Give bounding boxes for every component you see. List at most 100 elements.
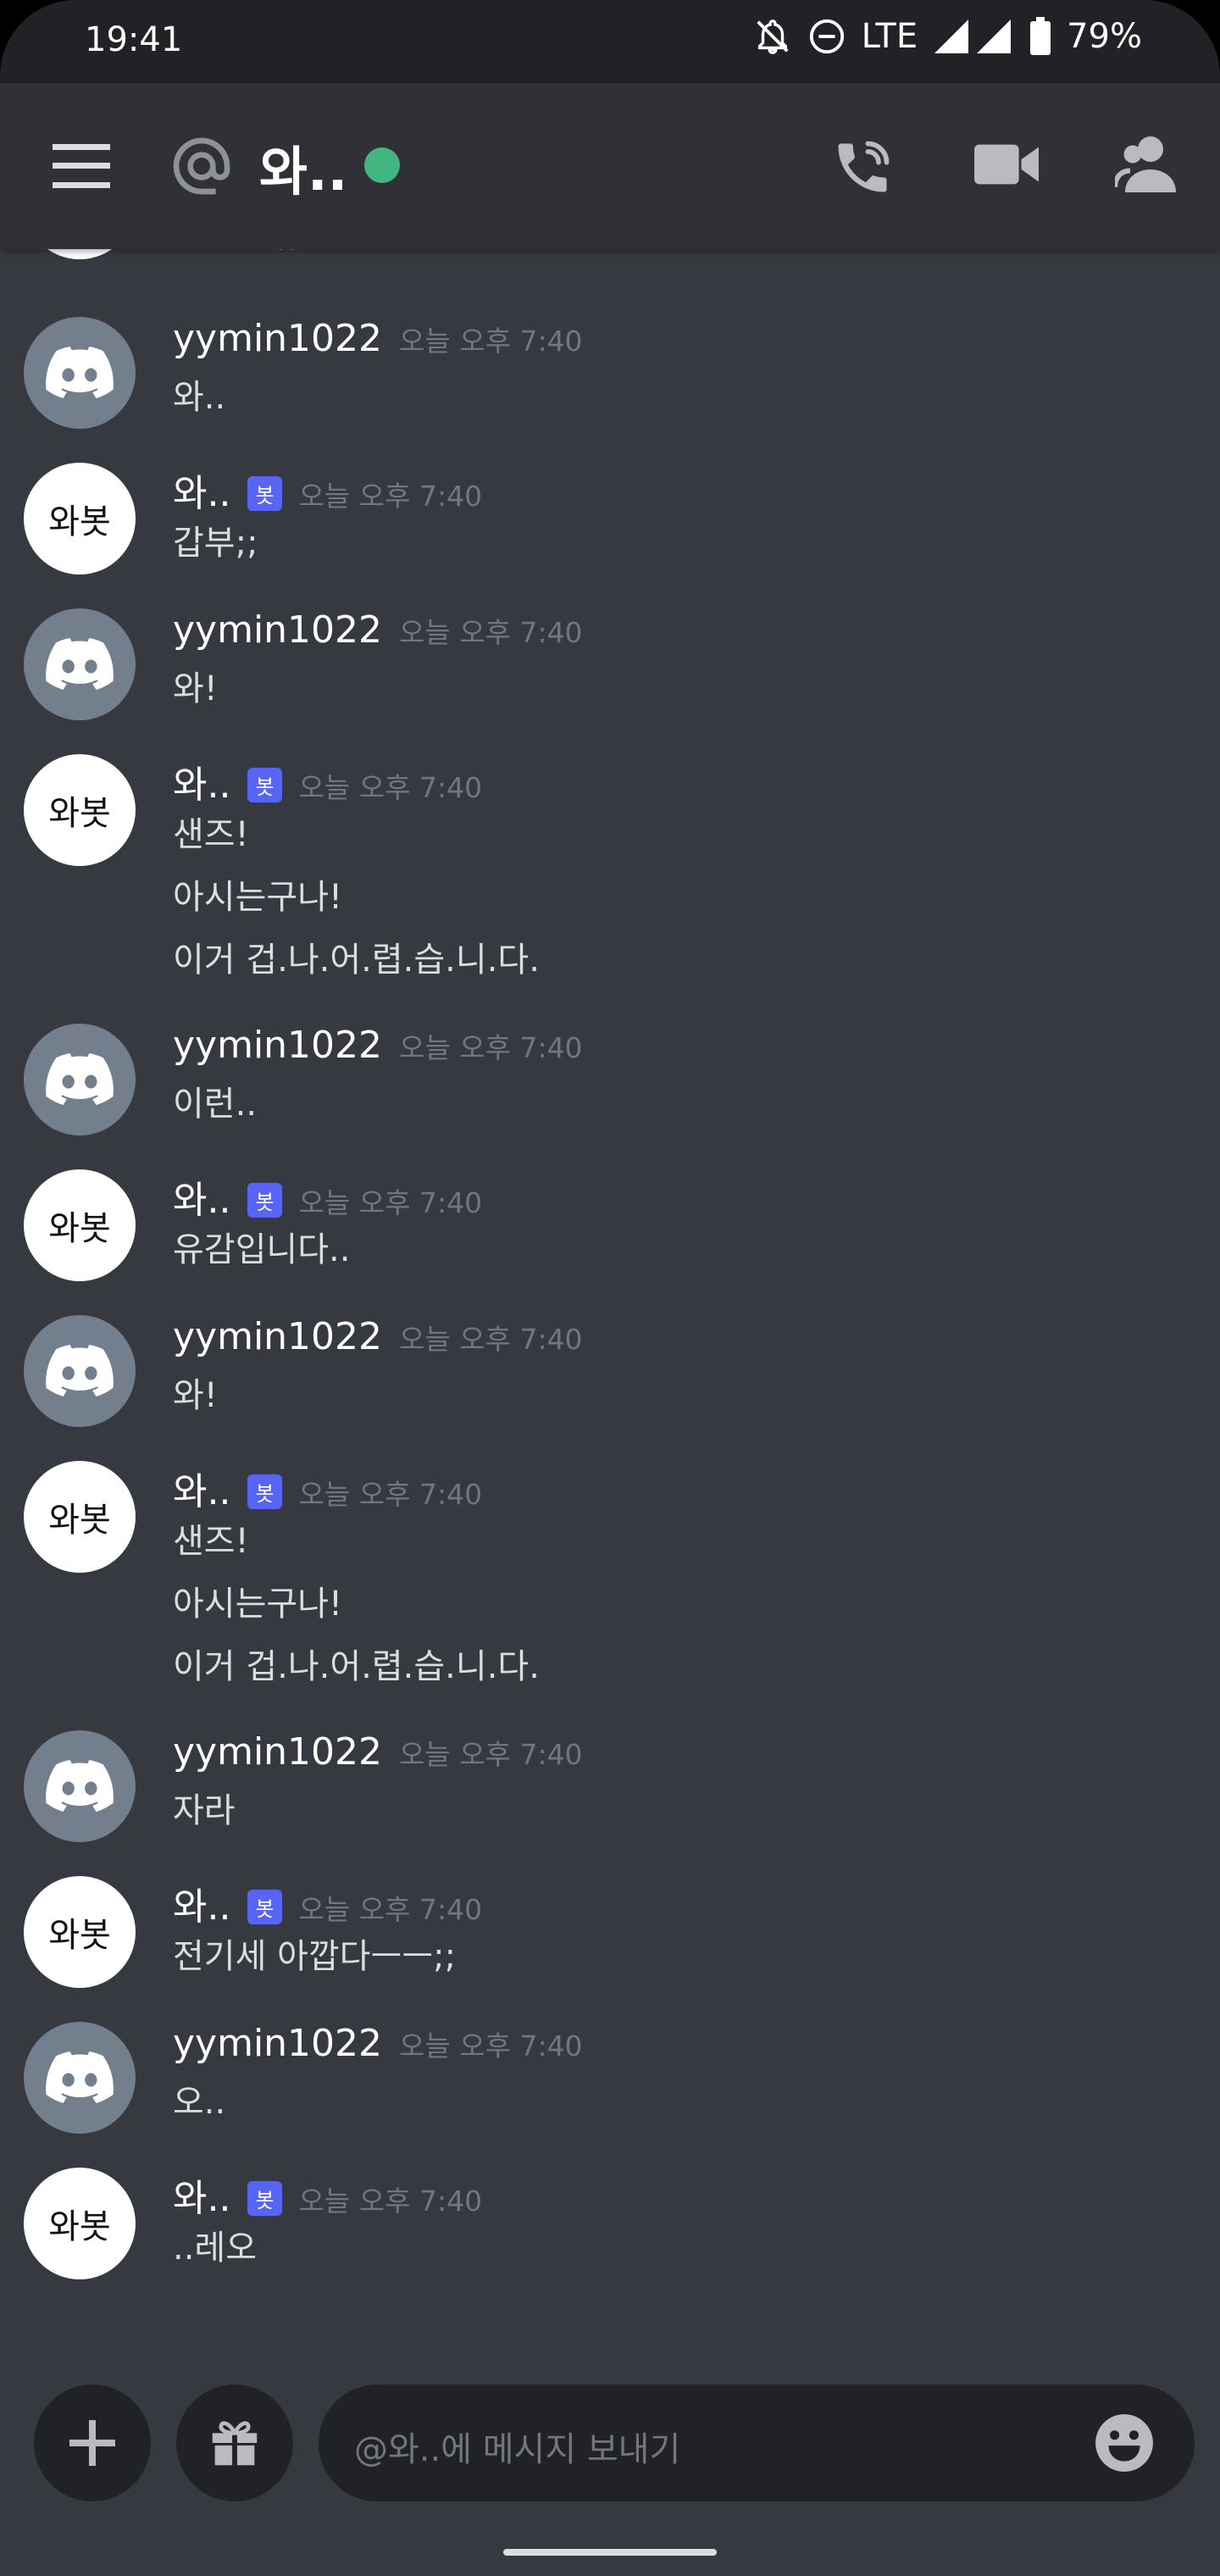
message-text: 자라: [173, 1791, 236, 1830]
message-text: 와..: [173, 378, 226, 417]
gift-button[interactable]: [176, 2384, 293, 2501]
username[interactable]: 와..: [173, 463, 230, 517]
message-header: yymin1022 오늘 오후 7:40: [173, 317, 583, 360]
avatar[interactable]: 와봇: [24, 1461, 136, 1573]
timestamp: 오늘 오후 7:40: [298, 480, 483, 513]
message-header: 와.. 봇 오늘 오후 7:40: [173, 1169, 482, 1224]
discord-logo-icon: [46, 1760, 114, 1812]
channel-header: 와..: [0, 83, 1220, 249]
timestamp: 오늘 오후 7:40: [399, 1031, 583, 1064]
avatar[interactable]: [24, 1024, 136, 1135]
page-title: 와..: [259, 141, 348, 203]
message-header: yymin1022 오늘 오후 7:40: [173, 1730, 583, 1774]
username[interactable]: yymin1022: [173, 1024, 382, 1067]
message-text: 이런..: [173, 1085, 258, 1124]
message-text: 아시는구나!: [173, 1585, 343, 1624]
message-text: 갑부;;: [173, 524, 258, 563]
timestamp: 오늘 오후 7:40: [298, 1893, 483, 1926]
username[interactable]: yymin1022: [173, 2022, 382, 2065]
message-text: 이거 겁.나.어.렵.습.니.다.: [173, 941, 540, 980]
bot-avatar-text: 와봇: [48, 2207, 111, 2246]
discord-logo-icon: [46, 2051, 114, 2103]
video-camera-icon[interactable]: [974, 139, 1039, 190]
message-header: 와.. 봇 오늘 오후 7:40: [173, 2168, 482, 2222]
bot-badge: 봇: [247, 1183, 282, 1218]
avatar[interactable]: 와봇: [24, 1876, 136, 1988]
timestamp: 오늘 오후 7:40: [298, 1186, 483, 1219]
notifications-off-icon: [757, 19, 789, 54]
network-type: LTE: [861, 17, 918, 56]
message-text: 와!: [173, 669, 218, 708]
timestamp: 오늘 오후 7:40: [298, 1478, 483, 1511]
hamburger-icon[interactable]: [53, 144, 110, 188]
timestamp: 오늘 오후 7:40: [399, 2029, 583, 2062]
avatar[interactable]: [24, 249, 136, 259]
message-header: 와.. 봇 오늘 오후 7:40: [173, 1876, 482, 1930]
bot-badge: 봇: [247, 476, 282, 511]
avatar[interactable]: 와봇: [24, 754, 136, 866]
message-header: 와.. 봇 오늘 오후 7:40: [173, 463, 482, 517]
message-input-placeholder: @와..에 메시지 보내기: [354, 2430, 681, 2469]
avatar[interactable]: 와봇: [24, 1169, 136, 1281]
avatar[interactable]: [24, 1315, 136, 1427]
discord-logo-icon: [46, 347, 114, 398]
bot-avatar-text: 와봇: [48, 794, 111, 833]
bot-avatar-text: 와봇: [48, 1916, 111, 1955]
username[interactable]: 와..: [173, 754, 230, 808]
app-screen: 19:41 LTE 79% 와.. yymin1022 오늘 오후 7:40 와…: [0, 0, 1220, 2576]
attach-button[interactable]: [34, 2384, 151, 2501]
members-icon[interactable]: [1115, 134, 1181, 195]
signal-icon: [934, 19, 1012, 53]
username[interactable]: 와..: [173, 1461, 230, 1515]
timestamp: 오늘 오후 7:40: [399, 616, 583, 649]
timestamp: 오늘 오후 7:40: [399, 1738, 583, 1771]
avatar[interactable]: 와봇: [24, 2168, 136, 2279]
avatar[interactable]: 와봇: [24, 463, 136, 575]
message-text: 유감입니다..: [173, 1230, 351, 1269]
timestamp: 오늘 오후 7:40: [298, 771, 483, 804]
message-text: 이거 겁.나.어.렵.습.니.다.: [173, 1647, 540, 1686]
avatar[interactable]: [24, 2022, 136, 2134]
username[interactable]: yymin1022: [173, 1730, 382, 1774]
status-time: 19:41: [85, 20, 183, 59]
message-text: 아시는구나!: [173, 878, 343, 917]
timestamp: 오늘 오후 7:40: [298, 2185, 483, 2218]
message-header: yymin1022 오늘 오후 7:40: [173, 2022, 583, 2065]
username[interactable]: yymin1022: [173, 1315, 382, 1358]
bot-badge: 봇: [247, 1890, 282, 1924]
plus-icon: [69, 2420, 115, 2466]
avatar[interactable]: [24, 1730, 136, 1842]
avatar[interactable]: [24, 317, 136, 429]
bot-badge: 봇: [247, 2181, 282, 2216]
battery-icon: [1030, 17, 1051, 55]
at-sign-icon: [173, 137, 230, 195]
avatar[interactable]: [24, 608, 136, 720]
message-text: 오..: [173, 2083, 226, 2122]
username[interactable]: 와..: [173, 2168, 230, 2222]
status-bar: 19:41 LTE 79%: [0, 0, 1220, 83]
username[interactable]: yymin1022: [173, 608, 382, 652]
discord-logo-icon: [46, 1345, 114, 1396]
message-text: 샌즈!: [173, 815, 249, 854]
bot-badge: 봇: [247, 768, 282, 802]
username[interactable]: 와..: [173, 1876, 230, 1930]
username[interactable]: yymin1022: [173, 317, 382, 360]
online-status-indicator: [364, 147, 400, 183]
username[interactable]: 와..: [173, 1169, 230, 1224]
message-text: ..레오: [173, 2229, 258, 2268]
message-input[interactable]: @와..에 메시지 보내기: [319, 2384, 1195, 2501]
battery-percent: 79%: [1067, 17, 1142, 56]
emoji-icon[interactable]: [1093, 2412, 1156, 2474]
timestamp: 오늘 오후 7:40: [399, 1323, 583, 1356]
timestamp: 오늘 오후 7:40: [399, 325, 583, 358]
bot-avatar-text: 와봇: [48, 1501, 111, 1540]
home-indicator[interactable]: [503, 2549, 717, 2556]
message-header: 와.. 봇 오늘 오후 7:40: [173, 1461, 482, 1515]
message-text: 이건 좀;;: [173, 249, 300, 256]
status-icons: LTE 79%: [753, 17, 1142, 56]
message-list[interactable]: 이건 좀;;yymin1022오늘 오후 7:40와..와봇와..봇오늘 오후 …: [0, 249, 1220, 2376]
message-text: 와!: [173, 1376, 218, 1415]
message-header: yymin1022 오늘 오후 7:40: [173, 608, 583, 652]
bot-avatar-text: 와봇: [48, 502, 111, 541]
phone-call-icon[interactable]: [830, 136, 895, 200]
